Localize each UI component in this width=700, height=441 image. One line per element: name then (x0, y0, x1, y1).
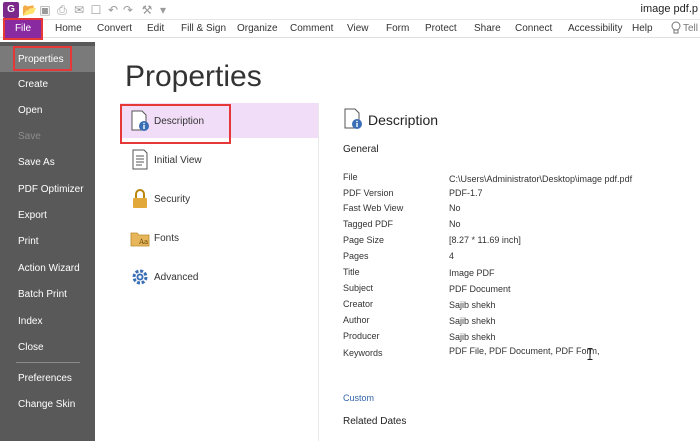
menu-view[interactable]: View (347, 23, 369, 34)
undo-icon[interactable]: ↶ (106, 3, 120, 17)
menu-protect[interactable]: Protect (425, 23, 457, 34)
new-doc-icon[interactable]: ☐ (89, 3, 103, 17)
prop-value-subject: PDF Document (449, 284, 511, 294)
menu-edit[interactable]: Edit (147, 23, 164, 34)
ribbon-menu: Home Convert Edit Fill & Sign Organize C… (0, 20, 700, 38)
text-cursor-icon (587, 348, 593, 360)
prop-label-fast-web-view: Fast Web View (343, 203, 404, 213)
description-highlight-box (120, 104, 231, 144)
sidebar-item-create[interactable]: Create (18, 79, 48, 90)
file-backstage-sidebar: Properties Create Open Save Save As PDF … (0, 42, 95, 441)
menu-accessibility[interactable]: Accessibility (568, 23, 622, 34)
prop-label-file: File (343, 172, 358, 182)
prop-value-page-size: [8.27 * 11.69 inch] (449, 235, 521, 245)
prop-label-page-size: Page Size (343, 235, 385, 245)
open-folder-icon[interactable]: 📂 (22, 3, 37, 17)
sidebar-item-pdf-optimizer[interactable]: PDF Optimizer (18, 184, 84, 195)
category-initial-view[interactable]: Initial View (154, 155, 202, 166)
prop-label-pdf-version: PDF Version (343, 188, 394, 198)
menu-convert[interactable]: Convert (97, 23, 132, 34)
sidebar-item-action-wizard[interactable]: Action Wizard (18, 263, 80, 274)
prop-value-keywords[interactable]: PDF File, PDF Document, PDF Form, (449, 346, 600, 356)
email-icon[interactable]: ✉ (72, 3, 86, 17)
lightbulb-icon[interactable] (671, 21, 681, 35)
prop-label-producer: Producer (343, 331, 380, 341)
app-logo-icon: G (3, 2, 19, 18)
menu-fill-sign[interactable]: Fill & Sign (181, 23, 226, 34)
sidebar-item-save-as[interactable]: Save As (18, 157, 55, 168)
prop-value-title: Image PDF (449, 268, 495, 278)
custom-link[interactable]: Custom (343, 393, 374, 403)
prop-value-pdf-version: PDF-1.7 (449, 188, 483, 198)
prop-label-creator: Creator (343, 299, 374, 309)
description-header-icon (344, 108, 362, 129)
sidebar-item-index[interactable]: Index (18, 316, 42, 327)
menu-connect[interactable]: Connect (515, 23, 552, 34)
initial-view-icon (132, 149, 148, 170)
save-icon[interactable]: ▣ (38, 3, 52, 17)
title-bar: G 📂 ▣ ⎙ ✉ ☐ ↶ ↷ ⚒ ▾ image pdf.p (0, 0, 700, 20)
sidebar-item-batch-print[interactable]: Batch Print (18, 289, 67, 300)
sidebar-separator (16, 362, 80, 363)
sidebar-item-change-skin[interactable]: Change Skin (18, 399, 75, 410)
properties-highlight-box (13, 46, 72, 71)
gear-icon (132, 269, 148, 285)
menu-comment[interactable]: Comment (290, 23, 333, 34)
prop-label-tagged-pdf: Tagged PDF (343, 219, 394, 229)
menu-home[interactable]: Home (55, 23, 82, 34)
prop-label-title: Title (343, 267, 360, 277)
category-security[interactable]: Security (154, 194, 190, 205)
sidebar-item-export[interactable]: Export (18, 210, 47, 221)
sidebar-item-save: Save (18, 131, 41, 142)
lock-icon (133, 189, 147, 208)
prop-value-tagged-pdf: No (449, 219, 461, 229)
stamp-icon[interactable]: ⚒ (140, 3, 154, 17)
menu-form[interactable]: Form (386, 23, 409, 34)
prop-label-subject: Subject (343, 283, 374, 293)
panel-divider (318, 103, 319, 441)
prop-value-file: C:\Users\Administrator\Desktop\image pdf… (449, 174, 633, 184)
prop-value-creator: Sajib shekh (449, 300, 496, 310)
print-icon[interactable]: ⎙ (55, 3, 69, 17)
related-dates-heading: Related Dates (343, 416, 407, 427)
sidebar-item-open[interactable]: Open (18, 105, 42, 116)
general-heading: General (343, 144, 379, 155)
sidebar-item-preferences[interactable]: Preferences (18, 373, 72, 384)
prop-label-author: Author (343, 315, 370, 325)
prop-value-pages: 4 (449, 251, 455, 261)
menu-share[interactable]: Share (474, 23, 501, 34)
svg-text:Aa: Aa (138, 238, 148, 246)
sidebar-item-close[interactable]: Close (18, 342, 44, 353)
prop-value-fast-web-view: No (449, 203, 461, 213)
description-title: Description (368, 112, 439, 128)
tell-me-search[interactable]: Tell (683, 23, 698, 34)
menu-organize[interactable]: Organize (237, 23, 278, 34)
category-fonts[interactable]: Fonts (154, 233, 179, 244)
fonts-folder-icon: Aa (130, 232, 150, 247)
page-title: Properties (125, 60, 262, 93)
file-highlight-box (3, 18, 43, 40)
menu-help[interactable]: Help (632, 23, 653, 34)
sidebar-item-print[interactable]: Print (18, 236, 39, 247)
window-title: image pdf.p (640, 3, 698, 15)
category-advanced[interactable]: Advanced (154, 272, 198, 283)
prop-label-pages: Pages (343, 251, 369, 261)
prop-label-keywords: Keywords (343, 348, 383, 358)
redo-icon[interactable]: ↷ (121, 3, 135, 17)
prop-value-producer: Sajib shekh (449, 332, 496, 342)
customize-dropdown-icon[interactable]: ▾ (156, 3, 170, 17)
prop-value-author: Sajib shekh (449, 316, 496, 326)
